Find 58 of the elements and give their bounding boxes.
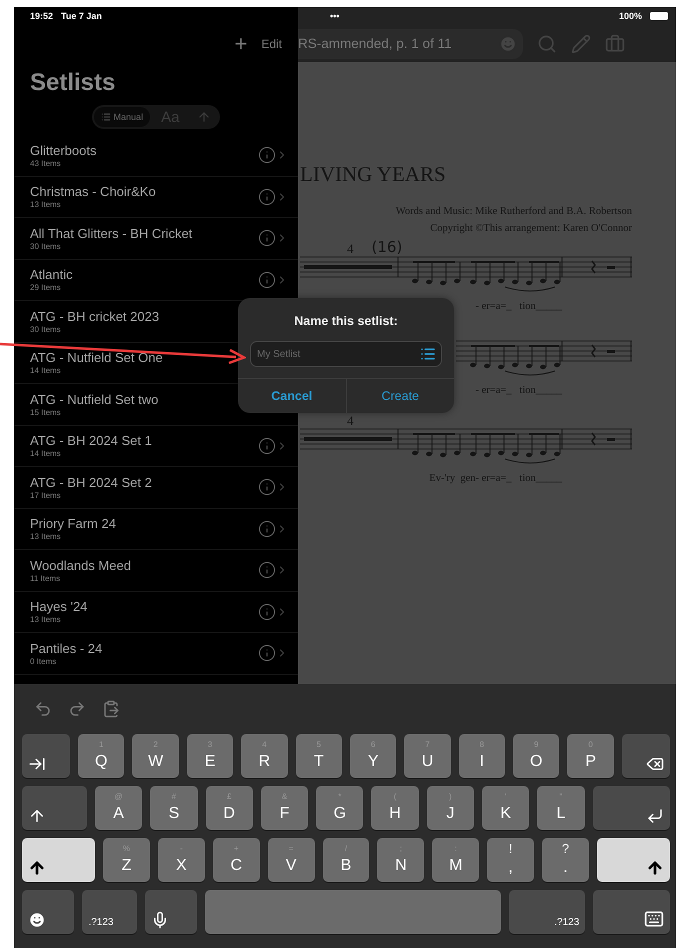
setlist-name: Glitterboots	[30, 142, 96, 158]
keyboard-key[interactable]: ' K	[482, 786, 530, 830]
setlist-name: ATG - Nutfield Set two	[30, 392, 158, 407]
keyboard-key[interactable]: ! ,	[487, 838, 534, 882]
add-button[interactable]: +	[234, 33, 248, 55]
keyboard-key[interactable]: " L	[537, 786, 585, 830]
keyboard-key[interactable]: ? .	[542, 838, 589, 882]
keyboard-key[interactable]: / B	[322, 838, 370, 882]
setlist-name: Pantiles - 24	[30, 640, 102, 656]
keyboard-key[interactable]: + C	[212, 838, 260, 882]
setlist-count: 30 Items	[30, 324, 61, 334]
setlist-name: All That Glitters - BH Cricket	[30, 226, 192, 241]
battery-percent: 100%	[618, 11, 642, 21]
document-title-bar[interactable]: RS-ammended, p. 1 of 11	[298, 28, 523, 58]
multitask-dots[interactable]: •••	[330, 11, 340, 21]
keyboard-key[interactable]: & F	[260, 786, 308, 830]
setlist-name: ATG - BH 2024 Set 1	[30, 433, 152, 448]
setlist-name-field[interactable]: My Setlist	[250, 341, 442, 367]
keyboard-key[interactable]: ; N	[377, 838, 424, 882]
setlist-name: ATG - Nutfield Set One	[30, 350, 163, 366]
setlist-name: Hayes '24	[30, 599, 88, 614]
setlist-name: Christmas - Choir&Ko	[30, 184, 156, 200]
setlist-count: 17 Items	[30, 490, 61, 500]
keyboard-key[interactable]: * G	[316, 786, 364, 830]
setlist-count: 14 Items	[30, 449, 61, 458]
numbers-key[interactable]: .?123	[508, 890, 586, 934]
setlist-name: ATG - BH 2024 Set 2	[30, 474, 152, 490]
document-title: RS-ammended, p. 1 of 11	[298, 36, 453, 51]
keyboard-key[interactable]: £ D	[206, 786, 253, 830]
setlist-count: 13 Items	[30, 615, 61, 624]
setlist-name: ATG - BH cricket 2023	[30, 308, 160, 324]
sort-option[interactable]: Manual	[94, 107, 150, 127]
setlist-count: 13 Items	[30, 532, 61, 542]
keyboard-key[interactable]: ( H	[371, 786, 419, 830]
setlist-count: 14 Items	[30, 366, 61, 376]
setlist-count: 13 Items	[30, 200, 61, 210]
setlist-count: 15 Items	[30, 408, 61, 417]
keyboard-key[interactable]: = V	[268, 838, 315, 882]
setlist-count: 0 Items	[30, 656, 56, 666]
keyboard-key[interactable]: @ A	[94, 786, 142, 830]
edit-button[interactable]: Edit	[261, 38, 282, 50]
setlist-name: Priory Farm 24	[30, 516, 116, 532]
setlist-count: 29 Items	[30, 283, 61, 292]
numbers-key[interactable]: .?123	[82, 890, 137, 934]
keyboard-key[interactable]: # S	[150, 786, 198, 830]
keyboard-key[interactable]: ) J	[426, 786, 474, 830]
setlist-count: 11 Items	[30, 574, 60, 583]
setlist-count: 30 Items	[30, 242, 61, 251]
create-button[interactable]: Create	[346, 379, 454, 413]
sidebar-title: Setlists	[29, 68, 116, 98]
status-date: Tue 7 Jan	[61, 11, 102, 21]
keyboard-key[interactable]: % Z	[103, 838, 150, 882]
keyboard-key[interactable]: : M	[432, 838, 480, 882]
status-time: 19:52	[30, 11, 54, 21]
keyboard-key[interactable]: - X	[158, 838, 205, 882]
setlist-count: 43 Items	[30, 158, 61, 168]
setlist-name: Atlantic	[30, 267, 73, 282]
setlist-name: Woodlands Meed	[30, 558, 131, 573]
